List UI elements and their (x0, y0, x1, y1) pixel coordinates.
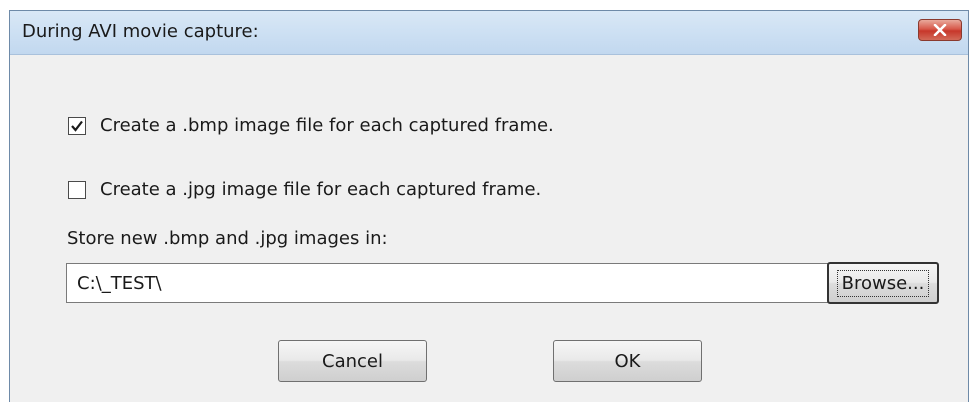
title-bar[interactable]: During AVI movie capture: (10, 11, 968, 55)
browse-button-label: Browse... (836, 269, 930, 297)
folder-path-input[interactable] (66, 263, 831, 303)
bmp-checkbox[interactable] (68, 116, 86, 135)
browse-button[interactable]: Browse... (827, 262, 939, 304)
close-icon (933, 24, 947, 36)
ok-button[interactable]: OK (553, 340, 702, 382)
jpg-checkbox-label[interactable]: Create a .jpg image file for each captur… (100, 179, 541, 200)
option-bmp[interactable]: Create a .bmp image file for each captur… (68, 115, 554, 136)
close-button[interactable] (918, 19, 962, 41)
checkmark-icon (71, 120, 83, 132)
window-title: During AVI movie capture: (22, 21, 259, 42)
cancel-button[interactable]: Cancel (278, 340, 427, 382)
dialog-window: During AVI movie capture: Create a .bmp … (9, 10, 969, 402)
option-jpg[interactable]: Create a .jpg image file for each captur… (68, 179, 541, 200)
store-folder-label: Store new .bmp and .jpg images in: (67, 228, 388, 249)
jpg-checkbox[interactable] (68, 180, 86, 199)
dialog-body: Create a .bmp image file for each captur… (10, 55, 968, 403)
bmp-checkbox-label[interactable]: Create a .bmp image file for each captur… (100, 115, 554, 136)
